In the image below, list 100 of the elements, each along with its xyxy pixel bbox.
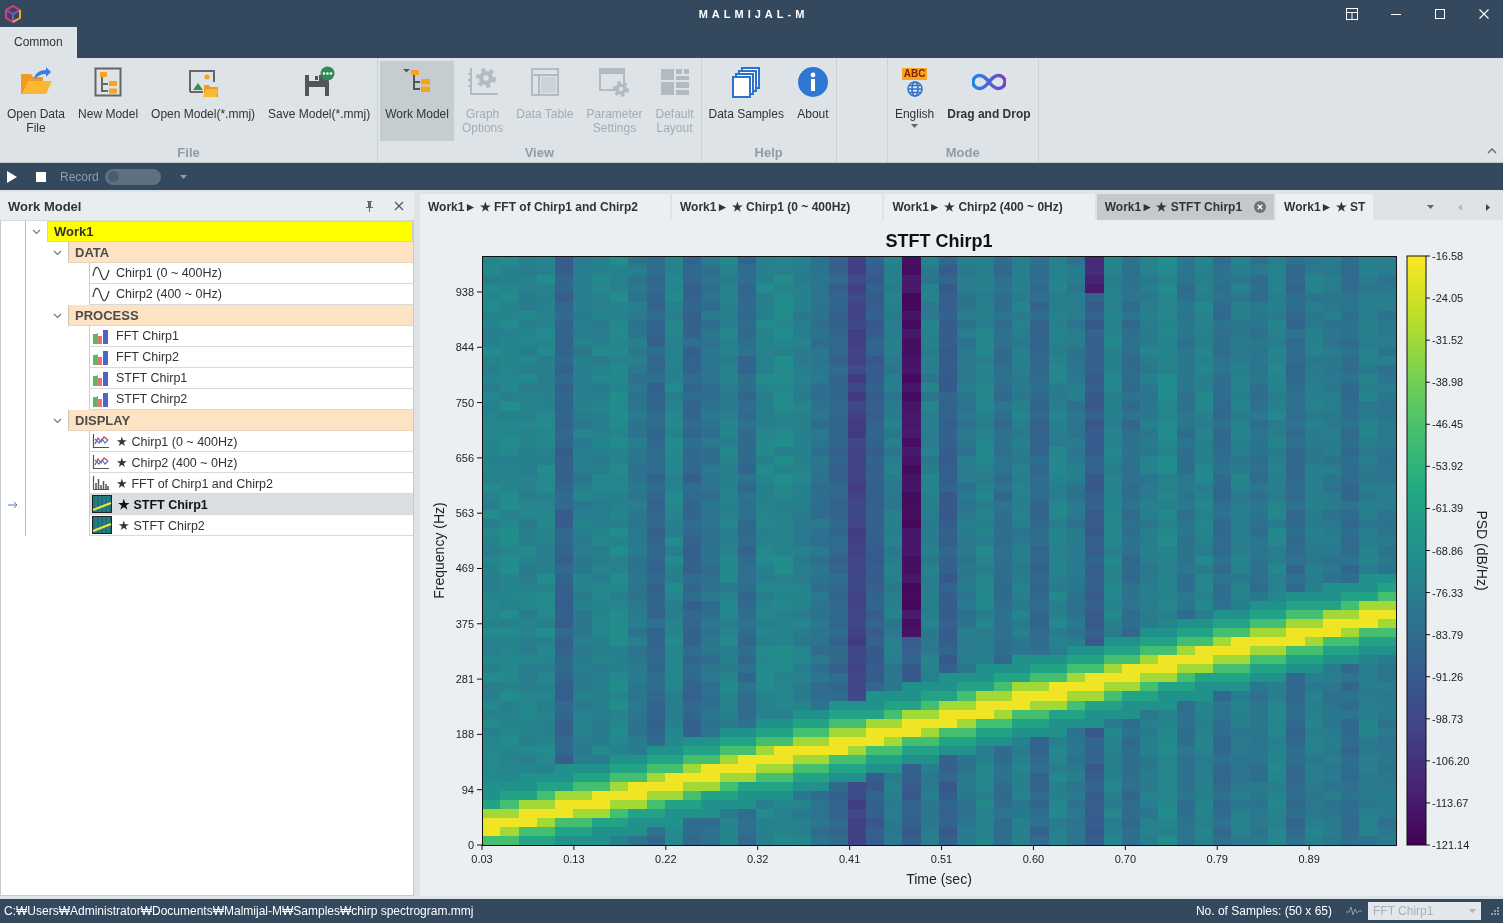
bar-chart-icon bbox=[92, 391, 110, 407]
y-axis-tick-label: 375 bbox=[455, 617, 474, 630]
file-path: C:₩Users₩Administrator₩Documents₩Malmijal-M₩Samples₩chirp spectrogram.mmj bbox=[4, 904, 474, 918]
chevron-down-icon[interactable] bbox=[53, 417, 62, 424]
maximize-icon[interactable] bbox=[1434, 7, 1446, 20]
tree-item[interactable]: ★ FFT of Chirp1 and Chirp2 bbox=[89, 473, 413, 494]
ribbon-dropdown-button[interactable]: ABC English bbox=[889, 61, 940, 141]
spectrogram-icon bbox=[92, 516, 112, 534]
panel-title: Work Model bbox=[8, 198, 82, 214]
document-tab[interactable]: Work1► ★ STFT Chirp1 bbox=[1096, 194, 1275, 220]
tree-root-item[interactable]: Work1 bbox=[47, 221, 413, 242]
y-axis-tick-label: 94 bbox=[461, 783, 474, 796]
colorbar-tick-label: -16.58 bbox=[1432, 250, 1464, 262]
ribbon-button[interactable]: Data Samples bbox=[703, 61, 789, 141]
close-icon[interactable] bbox=[1254, 201, 1267, 213]
language-badge: ABC bbox=[901, 67, 928, 80]
colorbar-title: PSD (dB/Hz) bbox=[1474, 510, 1490, 591]
infinity-icon bbox=[971, 72, 1006, 92]
record-label: Record bbox=[60, 169, 99, 184]
tree-category-item[interactable]: PROCESS bbox=[68, 305, 413, 326]
colorbar-tick-label: -121.14 bbox=[1432, 839, 1470, 851]
x-axis-title: Time (sec) bbox=[906, 871, 972, 887]
chevron-up-icon[interactable] bbox=[1487, 148, 1497, 154]
record-toggle[interactable] bbox=[104, 168, 161, 185]
tree-diagram-icon bbox=[92, 66, 125, 98]
triangle-right-icon[interactable] bbox=[1486, 203, 1490, 211]
tree-category-item[interactable]: DISPLAY bbox=[68, 410, 413, 431]
colorbar-tick-label: -68.86 bbox=[1432, 544, 1464, 557]
colorbar-tick-label: -91.26 bbox=[1432, 670, 1464, 683]
ribbon-button[interactable]: About bbox=[791, 61, 834, 141]
ribbon-button[interactable]: New Model bbox=[73, 61, 144, 141]
y-axis-tick-label: 750 bbox=[455, 396, 474, 409]
play-icon[interactable] bbox=[7, 170, 17, 183]
y-axis-tick-label: 469 bbox=[455, 562, 474, 575]
line-chart-icon bbox=[92, 433, 110, 449]
tree-item[interactable]: ★ STFT Chirp1 bbox=[89, 494, 413, 515]
caret-down-icon[interactable] bbox=[179, 174, 187, 179]
ribbon-button[interactable]: Work Model bbox=[380, 61, 454, 141]
pin-icon[interactable] bbox=[365, 200, 374, 212]
document-tab[interactable]: Work1► ★ Chirp1 (0 ~ 400Hz) bbox=[672, 194, 883, 220]
x-axis-tick-label: 0.41 bbox=[838, 853, 861, 865]
ribbon-group-label: Mode bbox=[944, 145, 981, 161]
chevron-down-icon[interactable] bbox=[53, 312, 62, 319]
spectrogram-icon bbox=[92, 495, 112, 513]
layout-grid-icon bbox=[658, 66, 691, 98]
y-axis-tick-label: 656 bbox=[455, 451, 474, 464]
stacked-pages-icon bbox=[730, 66, 763, 98]
caret-down-icon[interactable] bbox=[1427, 205, 1434, 209]
ribbon-toggle-button[interactable]: Drag and Drop bbox=[942, 61, 1036, 141]
chart-title: STFT Chirp1 bbox=[885, 231, 993, 251]
colorbar-tick-label: -113.67 bbox=[1432, 796, 1469, 809]
tree-category-item[interactable]: DATA bbox=[68, 242, 413, 263]
chevron-down-icon[interactable] bbox=[53, 249, 62, 256]
ribbon-group-label: File bbox=[176, 145, 201, 161]
y-axis-tick-label: 188 bbox=[455, 728, 474, 741]
x-axis-tick-label: 0.79 bbox=[1206, 853, 1228, 865]
document-tab[interactable]: Work1► ★ FFT of Chirp1 and Chirp2 bbox=[420, 194, 670, 220]
window-title: MALMIJAL-M bbox=[697, 7, 809, 20]
colorbar-tick-label: -53.92 bbox=[1432, 460, 1464, 473]
y-axis-tick-label: 938 bbox=[455, 285, 474, 298]
colorbar-tick-label: -24.05 bbox=[1432, 292, 1464, 305]
colorbar-tick-label: -46.45 bbox=[1432, 418, 1464, 431]
bar-chart-icon bbox=[92, 370, 110, 386]
tree-item[interactable]: ★ STFT Chirp2 bbox=[89, 515, 413, 536]
tree-item[interactable]: FFT Chirp2 bbox=[89, 347, 413, 368]
close-icon[interactable] bbox=[394, 201, 404, 211]
x-axis-tick-label: 0.51 bbox=[930, 853, 953, 865]
tree-item[interactable]: STFT Chirp2 bbox=[89, 389, 413, 410]
sine-wave-icon bbox=[92, 265, 110, 281]
x-axis-tick-label: 0.32 bbox=[747, 853, 769, 865]
tree-item[interactable]: STFT Chirp1 bbox=[89, 368, 413, 389]
x-axis-tick-label: 0.70 bbox=[1114, 853, 1137, 865]
document-tab[interactable]: Work1► ★ Chirp2 (400 ~ 0Hz) bbox=[884, 194, 1095, 220]
ribbon-button[interactable]: Open Data File bbox=[2, 61, 71, 141]
tree-item[interactable]: Chirp2 (400 ~ 0Hz) bbox=[89, 284, 413, 305]
ribbon-button[interactable]: Save Model(*.mmj) bbox=[263, 61, 376, 141]
tree-item[interactable]: Chirp1 (0 ~ 400Hz) bbox=[89, 263, 413, 284]
ribbon-group-label: View bbox=[523, 145, 555, 161]
tree-item[interactable]: ★ Chirp2 (400 ~ 0Hz) bbox=[89, 452, 413, 473]
colorbar-tick-label: -76.33 bbox=[1432, 586, 1464, 599]
layout-icon[interactable] bbox=[1346, 7, 1358, 20]
colorbar-tick-label: -61.39 bbox=[1432, 502, 1464, 515]
document-tab[interactable]: Work1► ★ ST bbox=[1276, 194, 1374, 220]
chart-gear-icon bbox=[466, 66, 499, 98]
colorbar-tick-label: -106.20 bbox=[1432, 754, 1470, 767]
chevron-down-icon[interactable] bbox=[32, 228, 41, 235]
stop-icon[interactable] bbox=[36, 171, 46, 182]
y-axis-tick-label: 0 bbox=[467, 839, 474, 851]
tree-item[interactable]: ★ Chirp1 (0 ~ 400Hz) bbox=[89, 431, 413, 452]
floppy-disk-icon bbox=[303, 66, 336, 98]
window-gear-icon bbox=[598, 66, 631, 98]
info-icon bbox=[796, 66, 829, 98]
y-axis-tick-label: 844 bbox=[455, 341, 474, 354]
colorbar-tick-label: -98.73 bbox=[1432, 712, 1464, 725]
bar-chart-icon bbox=[92, 328, 110, 344]
ribbon-button[interactable]: Open Model(*.mmj) bbox=[146, 61, 261, 141]
tree-item[interactable]: FFT Chirp1 bbox=[89, 326, 413, 347]
x-axis-tick-label: 0.89 bbox=[1298, 853, 1320, 865]
ribbon-tab[interactable]: Common bbox=[0, 27, 77, 58]
x-axis-tick-label: 0.60 bbox=[1022, 853, 1045, 865]
